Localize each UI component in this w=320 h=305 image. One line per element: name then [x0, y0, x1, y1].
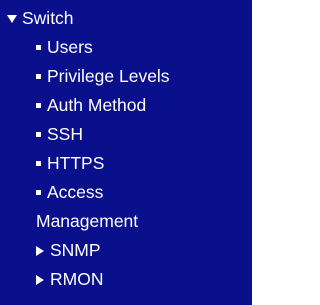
menu-item-ssh[interactable]: SSH: [36, 122, 83, 147]
menu-item-privilege-levels[interactable]: Privilege Levels: [36, 64, 170, 89]
menu-item-https[interactable]: HTTPS: [36, 151, 104, 176]
menu-item-label: SSH: [47, 124, 83, 144]
triangle-right-icon: [36, 245, 44, 256]
menu-item-auth-method[interactable]: Auth Method: [36, 93, 146, 118]
menu-item-label-continuation: Management: [36, 211, 139, 231]
bullet-square-icon: [36, 103, 41, 108]
menu-subsection-label: RMON: [50, 269, 104, 289]
menu-section-label: Switch: [22, 8, 74, 28]
bullet-square-icon: [36, 74, 41, 79]
menu-subsection-snmp[interactable]: SNMP: [36, 238, 101, 263]
triangle-down-icon: [7, 14, 17, 23]
menu-section-switch[interactable]: Switch: [7, 6, 74, 31]
menu-item-label: Access: [47, 182, 104, 202]
bullet-square-icon: [36, 190, 41, 195]
bullet-square-icon: [36, 161, 41, 166]
menu-item-access-management-continuation[interactable]: Management: [36, 209, 138, 234]
switch-menu-panel: Switch Users Privilege Levels Auth Metho…: [0, 0, 252, 305]
bullet-square-icon: [36, 45, 41, 50]
triangle-right-icon: [36, 274, 44, 285]
bullet-square-icon: [36, 132, 41, 137]
menu-subsection-rmon[interactable]: RMON: [36, 267, 103, 292]
menu-item-label: Privilege Levels: [47, 66, 170, 86]
menu-item-users[interactable]: Users: [36, 35, 93, 60]
menu-item-label: Auth Method: [47, 95, 147, 115]
menu-subsection-label: SNMP: [50, 240, 101, 260]
menu-item-label: HTTPS: [47, 153, 105, 173]
menu-item-access-management[interactable]: Access: [36, 180, 103, 205]
menu-item-label: Users: [47, 37, 93, 57]
